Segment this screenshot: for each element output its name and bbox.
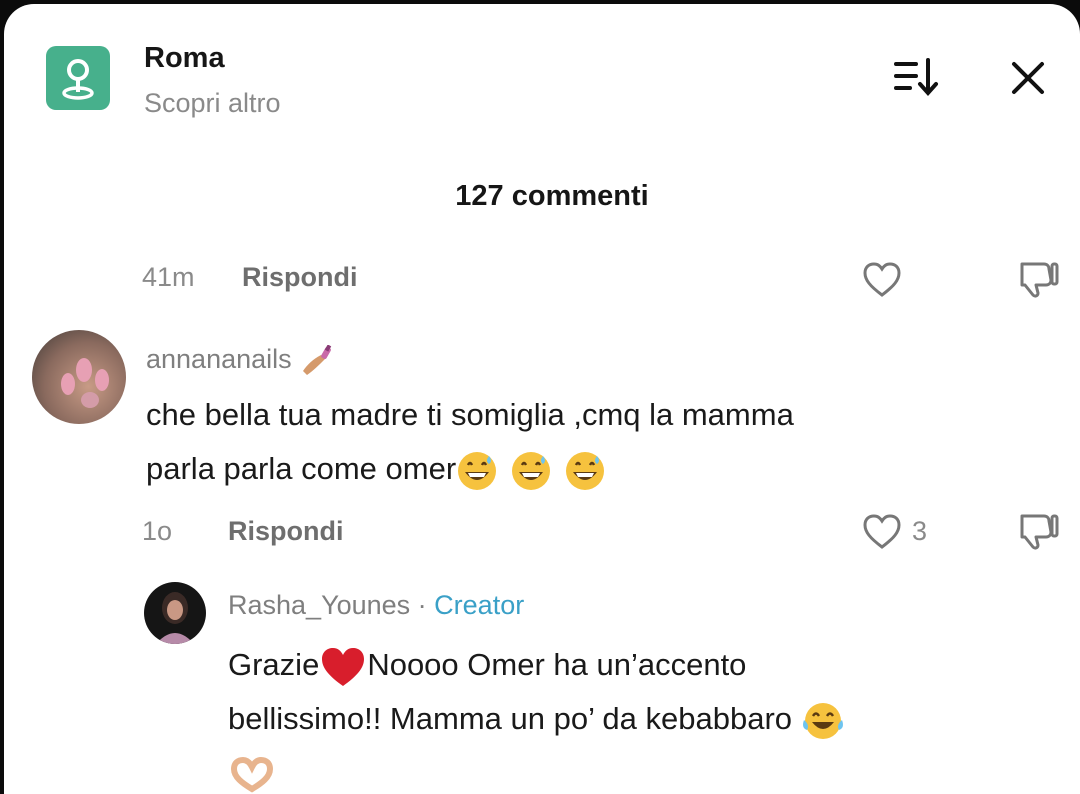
red-heart-emoji: [322, 647, 365, 686]
sort-icon: [894, 58, 938, 97]
comment-username[interactable]: annananails: [146, 344, 335, 377]
comments-sheet: Roma Scopri altro 127 commenti 41m Rispo…: [4, 4, 1080, 794]
reply-text: Grazie Noooo Omer ha un’accento bellissim…: [228, 638, 845, 794]
close-icon: [1012, 62, 1044, 94]
username-separator: ·: [410, 590, 435, 620]
location-title[interactable]: Roma: [144, 42, 225, 75]
reply-button[interactable]: Rispondi: [228, 516, 344, 547]
reply-text-line: [228, 746, 845, 794]
reply-button[interactable]: Rispondi: [242, 262, 358, 293]
comment-time: 41m: [142, 262, 195, 292]
close-button[interactable]: [1004, 52, 1052, 102]
creator-badge: Creator: [434, 590, 525, 620]
heart-outline-icon[interactable]: [860, 510, 904, 554]
tears-of-joy-emoji: [802, 702, 843, 739]
reply-text-line: bellissimo!! Mamma un po’ da kebabbaro: [228, 692, 845, 746]
reply-text-line: Grazie Noooo Omer ha un’accento: [228, 638, 845, 692]
comment-text: che bella tua madre ti somiglia ,cmq la …: [146, 388, 794, 496]
comments-count: 127 commenti: [455, 180, 649, 212]
comment-text-line: parla parla come omer: [146, 442, 794, 496]
thumbs-down-icon[interactable]: [1010, 510, 1060, 554]
grinning-sweat-emoji: [566, 451, 605, 490]
avatar-nails-image: [61, 358, 109, 408]
nail-polish-emoji: [303, 344, 332, 375]
avatar[interactable]: [144, 582, 206, 644]
location-subtitle[interactable]: Scopri altro: [144, 88, 281, 119]
heart-outline-icon[interactable]: [860, 258, 904, 302]
sort-button[interactable]: [890, 52, 942, 102]
avatar-portrait-image: [156, 592, 194, 644]
comment-text-line: che bella tua madre ti somiglia ,cmq la …: [146, 397, 794, 432]
location-pin-icon: [62, 59, 94, 100]
like-count: 3: [912, 516, 928, 546]
thumbs-down-icon[interactable]: [1010, 258, 1060, 302]
avatar[interactable]: [32, 330, 126, 424]
grinning-sweat-emoji: [512, 451, 551, 490]
reply-username-row: Rasha_Younes · Creator: [228, 590, 524, 621]
reply-username[interactable]: Rasha_Younes: [228, 590, 410, 620]
comment-time: 1o: [142, 516, 173, 546]
heart-hands-emoji: [230, 756, 274, 793]
grinning-sweat-emoji: [458, 451, 497, 490]
location-badge[interactable]: [46, 46, 110, 110]
